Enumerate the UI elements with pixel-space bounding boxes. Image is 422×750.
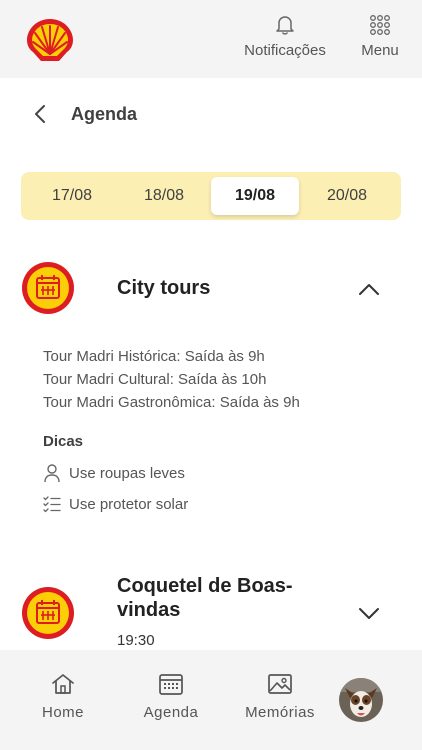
bell-icon <box>276 16 294 35</box>
date-tab[interactable]: 17/08 <box>28 177 116 215</box>
tip-item: Use roupas leves <box>43 463 185 483</box>
notifications-label: Notificações <box>244 42 326 59</box>
home-icon <box>52 674 74 694</box>
calendar-badge-icon <box>22 587 74 639</box>
date-selector: 17/08 18/08 19/08 20/08 <box>21 172 401 220</box>
tip-item: Use protetor solar <box>43 495 188 513</box>
person-icon <box>44 464 60 483</box>
chevron-up-icon[interactable] <box>356 277 382 303</box>
nav-home[interactable]: Home <box>36 672 90 721</box>
notifications-button[interactable]: Notificações <box>240 14 330 59</box>
profile-avatar[interactable] <box>339 678 383 722</box>
back-arrow-icon[interactable] <box>28 101 54 127</box>
avatar-photo <box>339 678 383 722</box>
event-title-line1[interactable]: Coquetel de Boas- <box>117 574 293 598</box>
nav-memories-label: Memórias <box>245 704 315 721</box>
event-title[interactable]: City tours <box>117 276 210 300</box>
tip-text: Use protetor solar <box>69 495 189 513</box>
event-time: 19:30 <box>117 632 155 649</box>
date-tab-selected[interactable]: 19/08 <box>211 177 299 215</box>
date-tab[interactable]: 20/08 <box>303 177 391 215</box>
shell-logo-icon[interactable] <box>24 16 76 64</box>
event-detail-line: Tour Madri Cultural: Saída às 10h <box>43 371 267 388</box>
checklist-icon <box>43 496 61 513</box>
menu-button[interactable]: Menu <box>352 14 408 59</box>
bottom-nav: Home Agenda Memórias <box>0 650 422 750</box>
date-tab[interactable]: 18/08 <box>120 177 208 215</box>
menu-label: Menu <box>361 42 399 59</box>
tip-text: Use roupas leves <box>69 464 185 482</box>
nav-agenda[interactable]: Agenda <box>138 672 204 721</box>
nav-agenda-label: Agenda <box>143 704 199 721</box>
event-title-line2[interactable]: vindas <box>117 598 180 622</box>
event-detail-line: Tour Madri Gastronômica: Saída às 9h <box>43 394 300 411</box>
top-header: Notificações Menu <box>0 0 422 78</box>
nav-memories[interactable]: Memórias <box>238 672 322 721</box>
calendar-badge-icon <box>22 262 74 314</box>
event-detail-line: Tour Madri Histórica: Saída às 9h <box>43 348 265 365</box>
calendar-icon <box>159 674 183 695</box>
tips-title: Dicas <box>43 433 84 450</box>
chevron-down-icon[interactable] <box>356 600 382 626</box>
page-title: Agenda <box>71 104 138 124</box>
image-icon <box>268 674 292 694</box>
grid-menu-icon <box>370 15 390 35</box>
nav-home-label: Home <box>41 704 84 721</box>
